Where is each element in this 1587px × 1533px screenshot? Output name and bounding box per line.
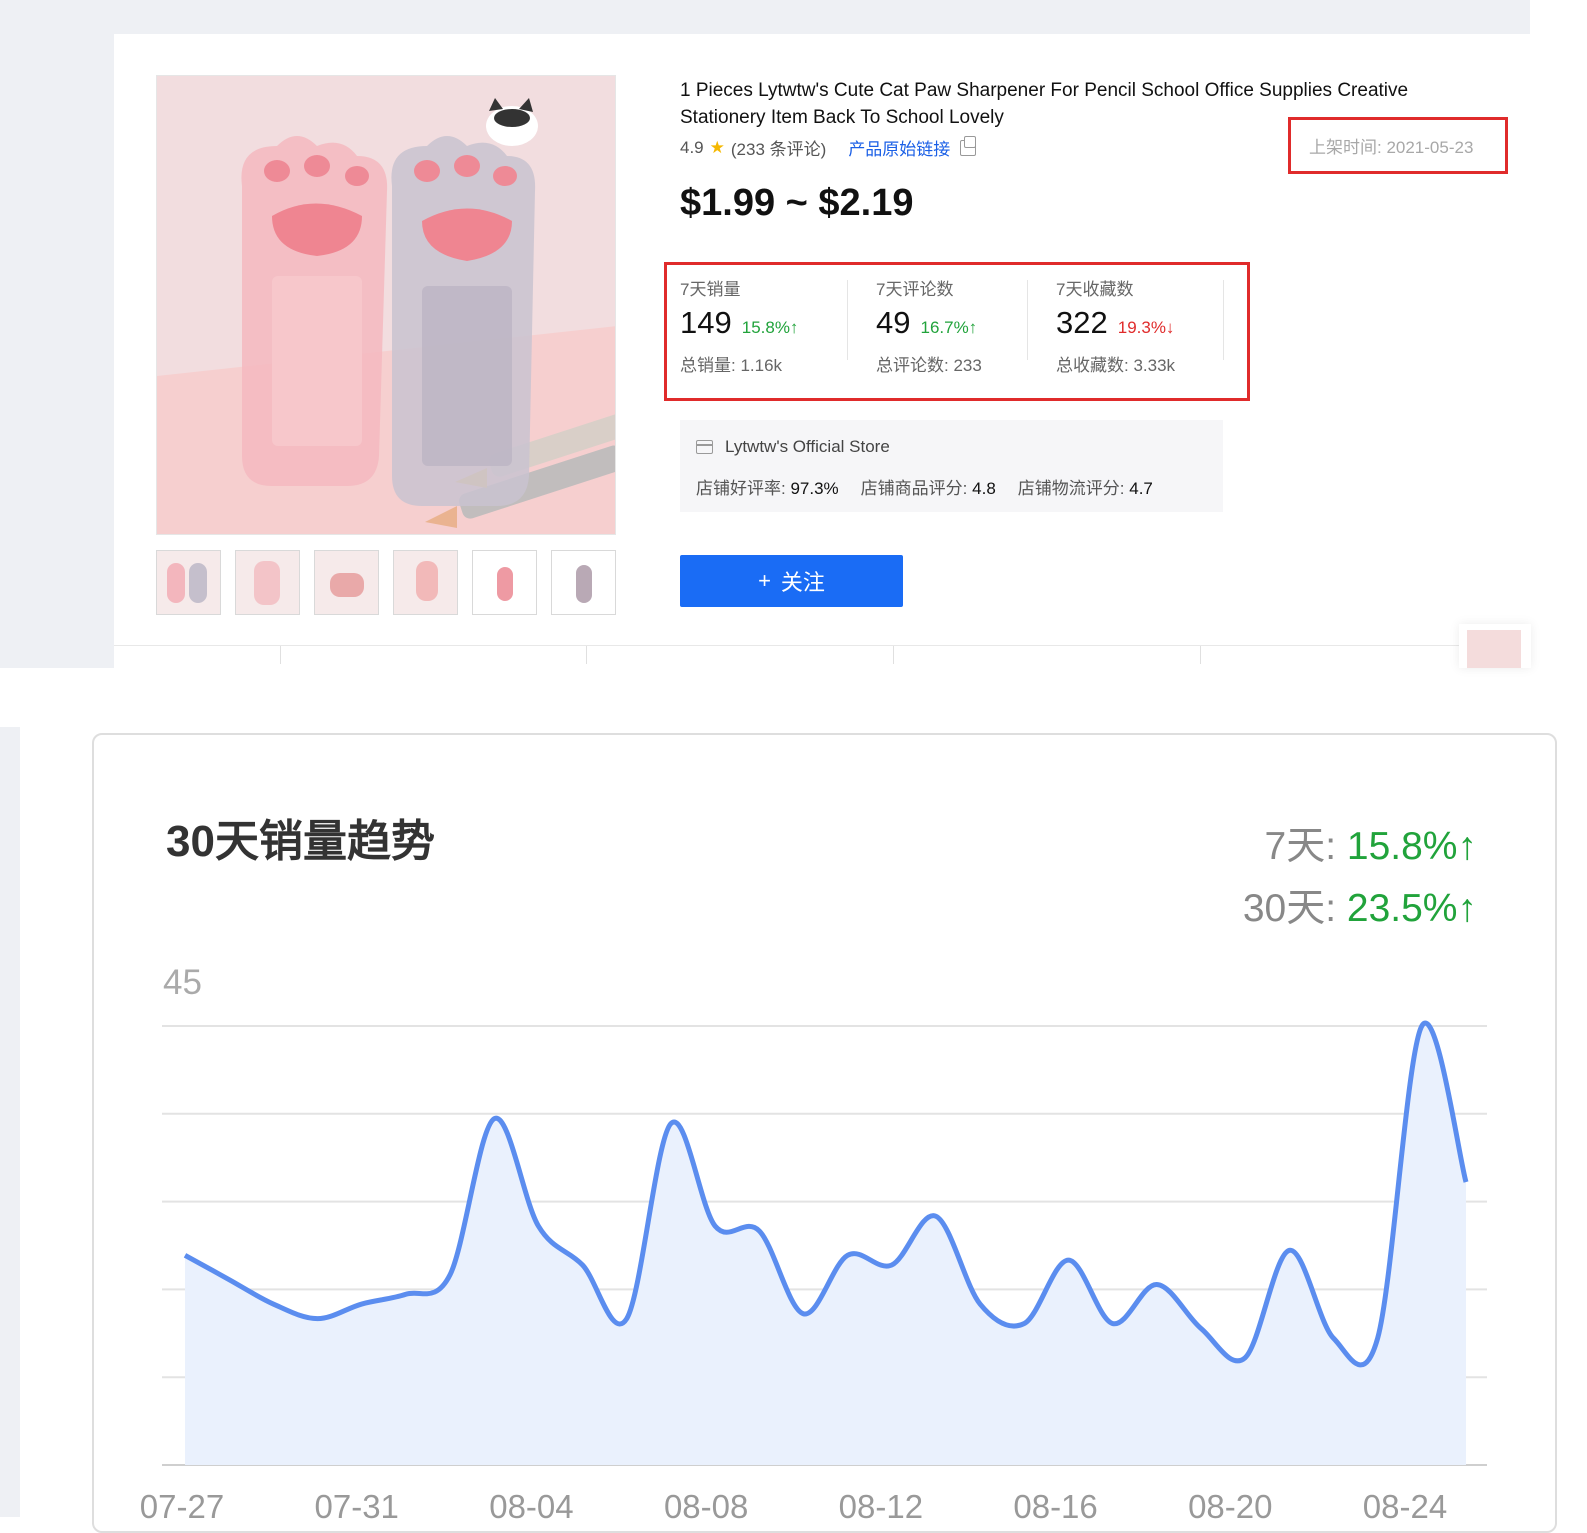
- data-point-08-07[interactable]: [665, 1118, 677, 1130]
- data-point-08-18[interactable]: [1151, 1279, 1163, 1291]
- data-point-08-04[interactable]: [532, 1220, 544, 1232]
- data-point-08-16[interactable]: [1062, 1254, 1074, 1266]
- data-point-08-05[interactable]: [577, 1259, 589, 1271]
- data-point-08-24[interactable]: [1416, 1020, 1428, 1032]
- x-tick-label: 08-16: [1013, 1488, 1098, 1525]
- x-tick-label: 08-20: [1188, 1488, 1273, 1525]
- data-point-08-13[interactable]: [930, 1210, 942, 1222]
- data-point-08-02[interactable]: [444, 1269, 456, 1281]
- x-tick-label: 07-27: [139, 1488, 225, 1525]
- data-point-08-09[interactable]: [753, 1225, 765, 1237]
- data-point-08-20[interactable]: [1239, 1352, 1251, 1364]
- data-point-07-28[interactable]: [223, 1274, 235, 1286]
- data-point-08-23[interactable]: [1372, 1332, 1384, 1344]
- data-point-07-31[interactable]: [356, 1298, 368, 1310]
- x-tick-label: 08-08: [663, 1488, 749, 1525]
- data-point-08-21[interactable]: [1283, 1244, 1295, 1256]
- data-point-08-15[interactable]: [1018, 1318, 1030, 1330]
- data-point-07-29[interactable]: [267, 1298, 279, 1310]
- data-point-08-12[interactable]: [886, 1259, 898, 1271]
- data-point-08-10[interactable]: [797, 1308, 809, 1320]
- data-point-08-03[interactable]: [488, 1113, 500, 1125]
- data-point-08-25[interactable]: [1460, 1176, 1472, 1188]
- x-tick-label: 08-12: [838, 1488, 924, 1525]
- data-point-08-19[interactable]: [1195, 1322, 1207, 1334]
- data-point-07-27[interactable]: [179, 1249, 191, 1261]
- data-point-08-22[interactable]: [1327, 1332, 1339, 1344]
- data-point-08-01[interactable]: [400, 1288, 412, 1300]
- x-tick-label: 08-04: [489, 1488, 574, 1525]
- x-tick-label: 08-24: [1362, 1488, 1448, 1525]
- data-point-08-17[interactable]: [1107, 1318, 1119, 1330]
- sales-trend-chart: [162, 1020, 1487, 1466]
- data-point-08-06[interactable]: [621, 1313, 633, 1325]
- data-point-07-30[interactable]: [312, 1313, 324, 1325]
- x-tick-label: 07-31: [314, 1488, 399, 1525]
- data-point-08-11[interactable]: [842, 1249, 854, 1261]
- data-point-08-14[interactable]: [974, 1298, 986, 1310]
- data-point-08-08[interactable]: [709, 1220, 721, 1232]
- sales-area-fill: [185, 1023, 1466, 1465]
